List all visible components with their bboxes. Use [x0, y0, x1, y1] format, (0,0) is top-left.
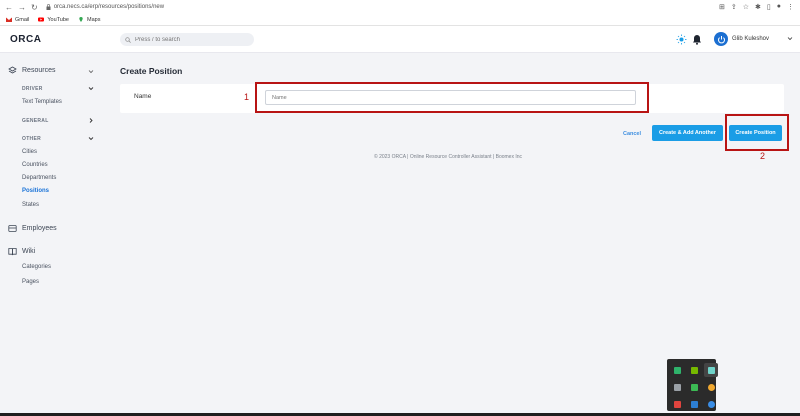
chevron-down-icon[interactable] [787, 36, 793, 41]
sidebar-item-categories[interactable]: Categories [22, 264, 51, 270]
tray-app-icon[interactable] [687, 397, 701, 411]
footer-text: © 2023 ORCA | Online Resource Controller… [374, 154, 523, 160]
browser-toolbar: ← → ↻ orca.necs.ca/erp/resources/positio… [0, 0, 800, 14]
annotation-box-2 [725, 114, 789, 151]
bookmark-label: YouTube [47, 16, 69, 23]
tray-app-icon[interactable] [670, 380, 684, 394]
bookmark-youtube[interactable]: YouTube [38, 17, 69, 23]
annotation-box-1 [255, 82, 649, 113]
youtube-icon [38, 17, 45, 22]
translate-icon[interactable]: ⊞ [719, 3, 725, 11]
chevron-down-icon[interactable] [88, 86, 94, 91]
user-avatar[interactable] [714, 32, 728, 46]
theme-toggle-icon[interactable] [676, 34, 687, 45]
sidebar-item-label: Resources [22, 67, 56, 74]
back-arrow-icon[interactable]: ← [5, 3, 13, 12]
address-bar[interactable]: orca.necs.ca/erp/resources/positions/new [46, 4, 164, 10]
sidebar-item-employees[interactable]: Employees [8, 224, 57, 233]
tray-app-icon[interactable] [687, 380, 701, 394]
orca-logo[interactable]: ORCA [10, 34, 41, 45]
gmail-icon [6, 17, 12, 22]
tray-bluetooth-icon[interactable] [704, 397, 718, 411]
reload-icon[interactable]: ↻ [31, 3, 38, 12]
tray-app-icon[interactable] [704, 380, 718, 394]
layers-icon [8, 66, 17, 74]
extensions-icon[interactable]: ✱ [755, 3, 761, 11]
sidebar-group-general[interactable]: GENERAL [22, 118, 49, 124]
sidebar-item-countries[interactable]: Countries [22, 162, 48, 168]
bookmark-star-icon[interactable]: ☆ [743, 3, 749, 11]
sidebar-item-pages[interactable]: Pages [22, 279, 39, 285]
chevron-down-icon[interactable] [88, 136, 94, 141]
tray-nvidia-icon[interactable] [687, 363, 701, 377]
sidebar-group-other[interactable]: OTHER [22, 136, 41, 142]
forward-arrow-icon[interactable]: → [18, 3, 26, 12]
bookmark-label: Gmail [15, 16, 30, 23]
sidebar-item-states[interactable]: States [22, 202, 39, 208]
sidebar-item-departments[interactable]: Departments [22, 175, 56, 181]
sidebar-item-label: Wiki [22, 248, 36, 255]
share-icon[interactable]: ⇪ [731, 3, 737, 11]
profile-icon[interactable]: ● [777, 3, 781, 11]
tray-app-icon[interactable] [670, 397, 684, 411]
sidebar-item-cities[interactable]: Cities [22, 149, 37, 155]
create-add-another-button[interactable]: Create & Add Another [652, 125, 723, 141]
user-name[interactable]: Glib Kuleshov [732, 36, 769, 42]
bookmarks-bar: Gmail YouTube Maps [0, 14, 800, 26]
bookmark-maps[interactable]: Maps [78, 17, 100, 23]
chevron-down-icon[interactable] [88, 69, 94, 74]
page-title: Create Position [120, 66, 183, 76]
notification-bell-icon[interactable] [692, 34, 702, 45]
name-label: Name [134, 93, 152, 100]
chevron-right-icon[interactable] [88, 118, 94, 123]
sidebar-item-positions[interactable]: Positions [22, 188, 49, 194]
sidebar-item-label: Employees [22, 225, 57, 232]
id-card-icon [8, 225, 17, 232]
sidebar: Resources DRIVER Text Templates GENERAL … [0, 54, 106, 416]
sidebar-item-wiki[interactable]: Wiki [8, 247, 35, 256]
power-icon [717, 35, 725, 43]
annotation-marker-1: 1 [244, 92, 250, 102]
search-bar[interactable] [120, 33, 254, 46]
book-icon [8, 248, 17, 256]
search-input[interactable] [135, 36, 245, 43]
sidebar-item-resources[interactable]: Resources [8, 66, 55, 75]
cancel-button[interactable]: Cancel [618, 127, 646, 140]
url-text: orca.necs.ca/erp/resources/positions/new [53, 4, 165, 10]
sidebar-group-driver[interactable]: DRIVER [22, 86, 43, 92]
search-icon [125, 36, 131, 43]
more-menu-icon[interactable]: ⋮ [787, 3, 794, 11]
app-header: ORCA Glib Kuleshov [0, 26, 800, 53]
bookmark-label: Maps [87, 16, 101, 23]
system-tray-popup [667, 359, 718, 411]
tray-app-icon[interactable] [704, 363, 718, 377]
annotation-marker-2: 2 [760, 151, 766, 161]
sidepanel-icon[interactable]: ▯ [767, 3, 771, 11]
sidebar-item-text-templates[interactable]: Text Templates [22, 99, 62, 105]
maps-icon [79, 17, 83, 22]
bookmark-gmail[interactable]: Gmail [6, 17, 29, 23]
tray-app-icon[interactable] [670, 363, 684, 377]
lock-icon [46, 4, 51, 10]
